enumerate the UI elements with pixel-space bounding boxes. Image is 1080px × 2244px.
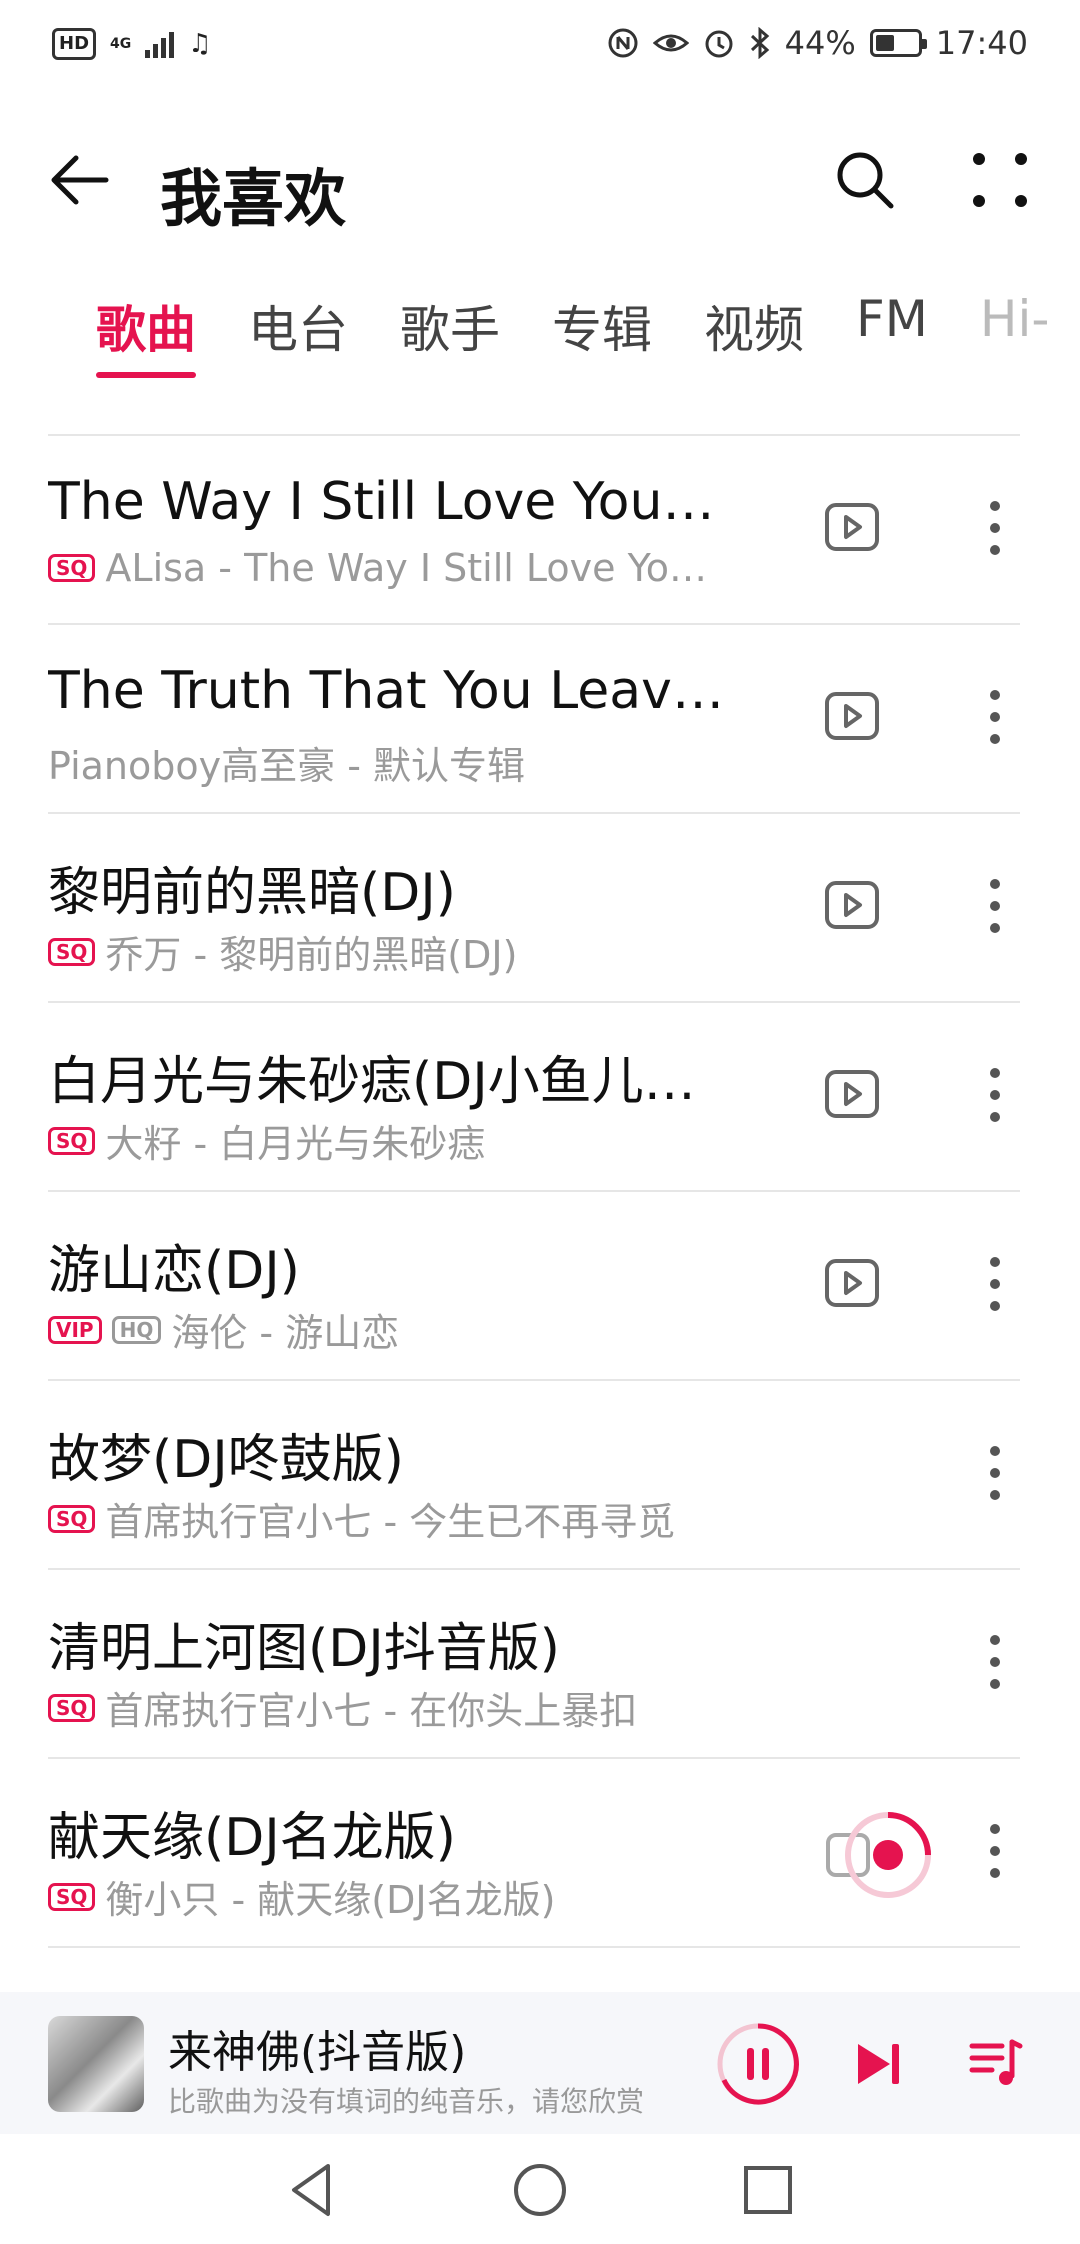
page-title: 我喜欢 — [160, 162, 347, 235]
signal-icon — [145, 30, 175, 58]
more-vertical-icon[interactable] — [980, 687, 1010, 747]
artist-album: Pianoboy高至豪 - 默认专辑 — [48, 744, 525, 788]
artist-album: 乔万 - 黎明前的黑暗(DJ) — [105, 933, 518, 977]
song-row[interactable]: 献天缘(DJ名龙版) SQ 衡小只 - 献天缘(DJ名龙版) — [48, 1759, 1020, 1948]
tab-radio[interactable]: 电台 — [248, 290, 348, 380]
song-title: The Way I Still Love You(… — [48, 472, 728, 532]
song-title: 白月光与朱砂痣(DJ小鱼儿… — [48, 1052, 696, 1112]
quality-badge: SQ — [48, 1693, 96, 1722]
song-title: 黎明前的黑暗(DJ) — [48, 863, 456, 923]
mini-player[interactable]: 来神佛(抖音版) 比歌曲为没有填词的纯音乐，请您欣赏 — [0, 1992, 1080, 2134]
song-meta: SQ ALisa - The Way I Still Love You(… — [48, 546, 728, 590]
search-icon[interactable] — [830, 145, 900, 215]
song-row[interactable]: 黎明前的黑暗(DJ) SQ 乔万 - 黎明前的黑暗(DJ) — [48, 814, 1020, 1003]
quality-badge: HQ — [111, 1315, 162, 1344]
song-meta: SQ 首席执行官小七 - 在你头上暴扣 — [48, 1680, 728, 1735]
tab-albums[interactable]: 专辑 — [552, 290, 652, 380]
bluetooth-icon — [750, 27, 769, 59]
next-track-icon[interactable] — [848, 2034, 908, 2094]
song-list: The Way I Still Love You(… SQ ALisa - The … — [48, 434, 1020, 1948]
more-vertical-icon[interactable] — [980, 876, 1010, 936]
more-vertical-icon[interactable] — [980, 1065, 1010, 1125]
music-note-icon: ♫ — [188, 29, 212, 59]
system-nav-bar — [0, 2134, 1080, 2244]
song-title: 游山恋(DJ) — [48, 1241, 300, 1301]
more-vertical-icon[interactable] — [980, 1821, 1010, 1881]
app-header: 我喜欢 — [0, 110, 1080, 260]
song-row[interactable]: The Way I Still Love You(… SQ ALisa - The … — [48, 436, 1020, 625]
quality-badge: SQ — [48, 937, 96, 966]
artist-album: 衡小只 - 献天缘(DJ名龙版) — [105, 1878, 556, 1922]
song-title: 献天缘(DJ名龙版) — [48, 1808, 456, 1868]
song-row[interactable]: 清明上河图(DJ抖音版) SQ 首席执行官小七 - 在你头上暴扣 — [48, 1570, 1020, 1759]
player-song-title: 来神佛(抖音版) — [168, 2027, 467, 2078]
song-row[interactable]: The Truth That You Leave… Pianoboy高至豪 - 默… — [48, 625, 1020, 814]
artist-album: 大籽 - 白月光与朱砂痣 — [105, 1122, 486, 1166]
song-meta: SQ 衡小只 - 献天缘(DJ名龙版) — [48, 1869, 728, 1924]
mv-play-icon[interactable] — [824, 1069, 880, 1119]
mv-play-icon[interactable] — [824, 691, 880, 741]
battery-percent: 44% — [784, 24, 856, 62]
song-meta: VIP HQ 海伦 - 游山恋 — [48, 1302, 728, 1357]
more-vertical-icon[interactable] — [980, 1443, 1010, 1503]
quality-badge: SQ — [48, 1126, 96, 1155]
alarm-icon — [705, 30, 733, 58]
nav-home-icon[interactable] — [510, 2160, 570, 2220]
playlist-queue-icon[interactable] — [966, 2032, 1026, 2092]
nav-recents-icon[interactable] — [738, 2160, 798, 2220]
song-meta: SQ 首席执行官小七 - 今生已不再寻觅 — [48, 1491, 728, 1546]
artist-album: 首席执行官小七 - 今生已不再寻觅 — [105, 1500, 676, 1544]
back-arrow-icon[interactable] — [44, 145, 114, 215]
tab-artists[interactable]: 歌手 — [400, 290, 500, 380]
song-row[interactable]: 游山恋(DJ) VIP HQ 海伦 - 游山恋 — [48, 1192, 1020, 1381]
song-title: 清明上河图(DJ抖音版) — [48, 1619, 560, 1679]
album-cover[interactable] — [48, 2016, 144, 2112]
eye-icon — [652, 34, 689, 52]
category-tabs: 歌曲 电台 歌手 专辑 视频 FM Hi- — [96, 290, 1049, 380]
now-playing-icon[interactable] — [818, 1805, 938, 1905]
artist-album: 首席执行官小七 - 在你头上暴扣 — [105, 1689, 638, 1733]
more-vertical-icon[interactable] — [980, 1254, 1010, 1314]
nfc-icon — [608, 28, 638, 58]
more-options-icon[interactable] — [965, 145, 1035, 215]
status-left: HD 4G ♫ — [52, 28, 212, 60]
mv-play-icon[interactable] — [824, 502, 880, 552]
tab-videos[interactable]: 视频 — [704, 290, 804, 380]
song-title: 故梦(DJ咚鼓版) — [48, 1430, 404, 1490]
battery-fill — [875, 35, 894, 51]
mv-play-icon[interactable] — [824, 880, 880, 930]
song-meta: SQ 大籽 - 白月光与朱砂痣 — [48, 1113, 728, 1168]
tab-songs[interactable]: 歌曲 — [96, 290, 196, 380]
artist-album: 海伦 - 游山恋 — [171, 1311, 400, 1355]
more-vertical-icon[interactable] — [980, 1632, 1010, 1692]
battery-icon — [869, 29, 927, 57]
mv-play-icon[interactable] — [824, 1258, 880, 1308]
player-lyric-line: 比歌曲为没有填词的纯音乐，请您欣赏 — [168, 2085, 645, 2118]
quality-badge: SQ — [48, 554, 96, 582]
tab-fm[interactable]: FM — [856, 290, 928, 380]
song-title: The Truth That You Leave… — [48, 661, 728, 721]
more-vertical-icon[interactable] — [980, 498, 1010, 558]
status-right: 44% 17:40 — [607, 24, 1028, 62]
song-meta: Pianoboy高至豪 - 默认专辑 — [48, 735, 728, 790]
quality-badge: SQ — [48, 1504, 96, 1533]
network-type: 4G — [110, 36, 132, 52]
tab-hifi[interactable]: Hi- — [980, 290, 1050, 380]
hd-icon: HD — [52, 28, 97, 60]
status-bar: HD 4G ♫ 44% 17:40 — [0, 0, 1080, 100]
quality-badge: VIP — [48, 1315, 102, 1344]
song-row[interactable]: 白月光与朱砂痣(DJ小鱼儿… SQ 大籽 - 白月光与朱砂痣 — [48, 1003, 1020, 1192]
song-row[interactable]: 故梦(DJ咚鼓版) SQ 首席执行官小七 - 今生已不再寻觅 — [48, 1381, 1020, 1570]
nav-back-icon[interactable] — [282, 2160, 342, 2220]
pause-icon[interactable] — [716, 2022, 800, 2106]
clock: 17:40 — [935, 24, 1028, 62]
song-meta: SQ 乔万 - 黎明前的黑暗(DJ) — [48, 924, 728, 979]
quality-badge: SQ — [48, 1882, 96, 1911]
artist-album: ALisa - The Way I Still Love You(… — [105, 546, 728, 590]
